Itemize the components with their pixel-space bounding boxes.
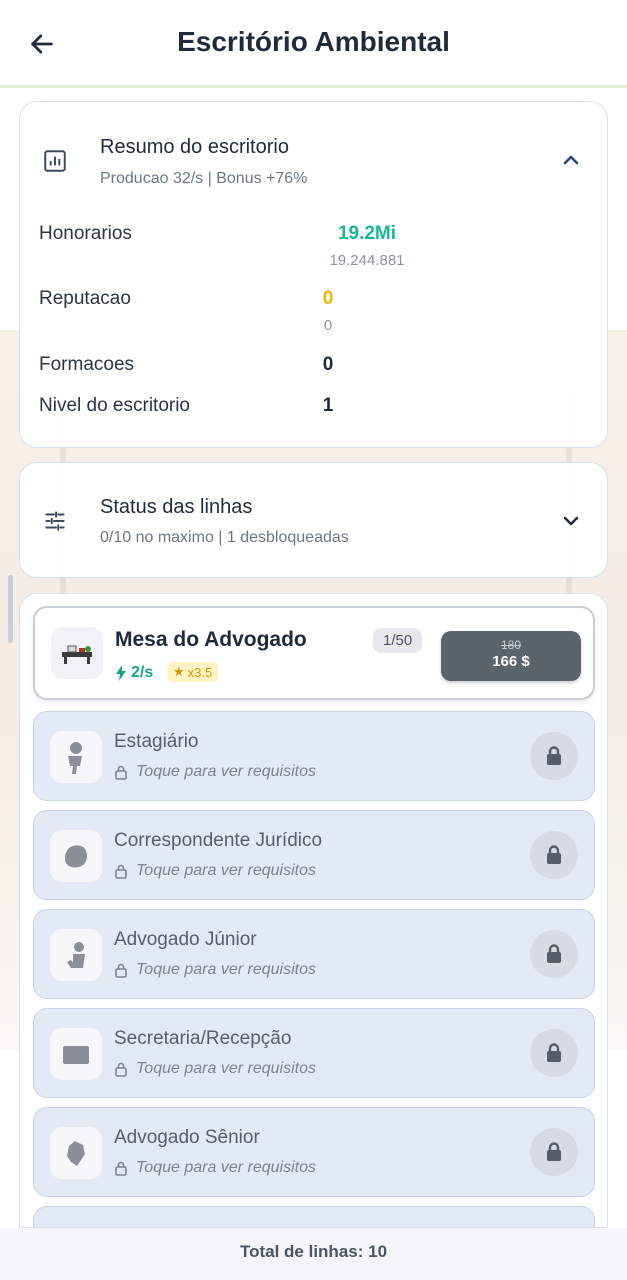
intern-silhouette-icon	[68, 742, 82, 774]
lock-icon	[547, 1043, 561, 1062]
reputacao-value: 0	[322, 288, 334, 309]
formacoes-label: Formacoes	[39, 354, 135, 375]
total-lines-footer: Total de linhas: 10	[0, 1228, 627, 1280]
line-row-partial[interactable]	[33, 1206, 595, 1227]
hint-text: Toque para ver requisitos	[136, 763, 316, 780]
senior-lawyer-silhouette-icon	[67, 1141, 85, 1166]
line-row-locked[interactable]: Advogado Sênior Toque para ver requisito…	[33, 1107, 595, 1197]
scrollbar-thumb[interactable]	[8, 575, 13, 643]
lock-icon	[547, 944, 561, 963]
lines-list: Mesa do Advogado 1/50 2/s ★ x3.5 180 166…	[19, 593, 608, 1228]
buy-upgrade-button[interactable]: 180 166 $	[441, 631, 581, 681]
small-lock-icon	[115, 864, 127, 879]
requirements-hint: Toque para ver requisitos	[114, 1159, 316, 1177]
requirements-hint: Toque para ver requisitos	[114, 1060, 316, 1078]
line-row-active[interactable]: Mesa do Advogado 1/50 2/s ★ x3.5 180 166…	[33, 606, 595, 700]
reputacao-label: Reputacao	[39, 288, 131, 309]
line-row-locked[interactable]: Secretaria/Recepção Toque para ver requi…	[33, 1008, 595, 1098]
line-name: Advogado Sênior	[114, 1127, 260, 1148]
office-summary-card: Resumo do escritorio Producao 32/s | Bon…	[19, 101, 608, 448]
requirements-hint: Toque para ver requisitos	[114, 862, 316, 880]
reception-desk-silhouette-icon	[63, 1046, 89, 1064]
chart-icon	[44, 150, 66, 172]
level-badge: 1/50	[373, 628, 423, 653]
line-row-locked[interactable]: Advogado Júnior Toque para ver requisito…	[33, 909, 595, 999]
honorarios-value: 19.2Mi	[337, 223, 397, 244]
correspondent-silhouette-icon	[65, 845, 87, 868]
current-price: 166 $	[492, 653, 530, 670]
app-header: Escritório Ambiental	[0, 0, 627, 88]
requirements-hint: Toque para ver requisitos	[114, 763, 316, 781]
junior-lawyer-silhouette-icon	[67, 942, 85, 968]
summary-title: Resumo do escritorio	[100, 136, 289, 158]
small-lock-icon	[115, 963, 127, 978]
line-name: Secretaria/Recepção	[114, 1028, 292, 1049]
line-name: Correspondente Jurídico	[114, 830, 323, 851]
lock-icon	[547, 845, 561, 864]
intern-thumbnail	[50, 731, 102, 783]
lock-icon	[547, 746, 561, 765]
nivel-label: Nivel do escritorio	[39, 395, 190, 416]
summary-subtitle: Producao 32/s | Bonus +76%	[100, 170, 308, 187]
hint-text: Toque para ver requisitos	[136, 961, 316, 978]
status-subtitle: 0/10 no maximo | 1 desbloqueadas	[100, 529, 349, 546]
line-name: Estagiário	[114, 731, 199, 752]
small-lock-icon	[115, 765, 127, 780]
status-title: Status das linhas	[100, 496, 253, 518]
lock-button[interactable]	[530, 732, 578, 780]
multiplier-value: x3.5	[187, 664, 213, 680]
chevron-up-icon[interactable]	[559, 148, 583, 172]
nivel-value: 1	[322, 395, 334, 416]
lightning-icon	[116, 665, 126, 681]
old-price: 180	[500, 638, 522, 652]
hint-text: Toque para ver requisitos	[136, 1060, 316, 1077]
multiplier-badge: ★ x3.5	[167, 662, 219, 682]
small-lock-icon	[115, 1161, 127, 1176]
lock-button[interactable]	[530, 1128, 578, 1176]
reception-thumbnail	[50, 1028, 102, 1080]
honorarios-label: Honorarios	[39, 223, 132, 244]
line-status-card[interactable]: Status das linhas 0/10 no maximo | 1 des…	[19, 462, 608, 578]
hint-text: Toque para ver requisitos	[136, 862, 316, 879]
star-icon: ★	[173, 664, 185, 679]
formacoes-value: 0	[322, 354, 334, 375]
requirements-hint: Toque para ver requisitos	[114, 961, 316, 979]
line-name: Mesa do Advogado	[115, 628, 307, 651]
junior-lawyer-thumbnail	[50, 929, 102, 981]
line-row-locked[interactable]: Correspondente Jurídico Toque para ver r…	[33, 810, 595, 900]
reputacao-exact: 0	[323, 317, 333, 334]
line-row-locked[interactable]: Estagiário Toque para ver requisitos	[33, 711, 595, 801]
lock-button[interactable]	[530, 1029, 578, 1077]
hint-text: Toque para ver requisitos	[136, 1159, 316, 1176]
desk-icon	[62, 645, 92, 664]
lock-button[interactable]	[530, 831, 578, 879]
production-rate: 2/s	[115, 664, 153, 682]
senior-lawyer-thumbnail	[50, 1127, 102, 1179]
lock-icon	[547, 1142, 561, 1161]
small-lock-icon	[115, 1062, 127, 1077]
sliders-icon	[45, 511, 65, 531]
honorarios-exact: 19.244.881	[329, 252, 405, 269]
rate-value: 2/s	[131, 664, 154, 681]
desk-thumbnail	[51, 627, 103, 679]
lock-button[interactable]	[530, 930, 578, 978]
correspondent-thumbnail	[50, 830, 102, 882]
chevron-down-icon[interactable]	[559, 509, 583, 533]
line-name: Advogado Júnior	[114, 929, 257, 950]
page-title: Escritório Ambiental	[177, 26, 450, 57]
